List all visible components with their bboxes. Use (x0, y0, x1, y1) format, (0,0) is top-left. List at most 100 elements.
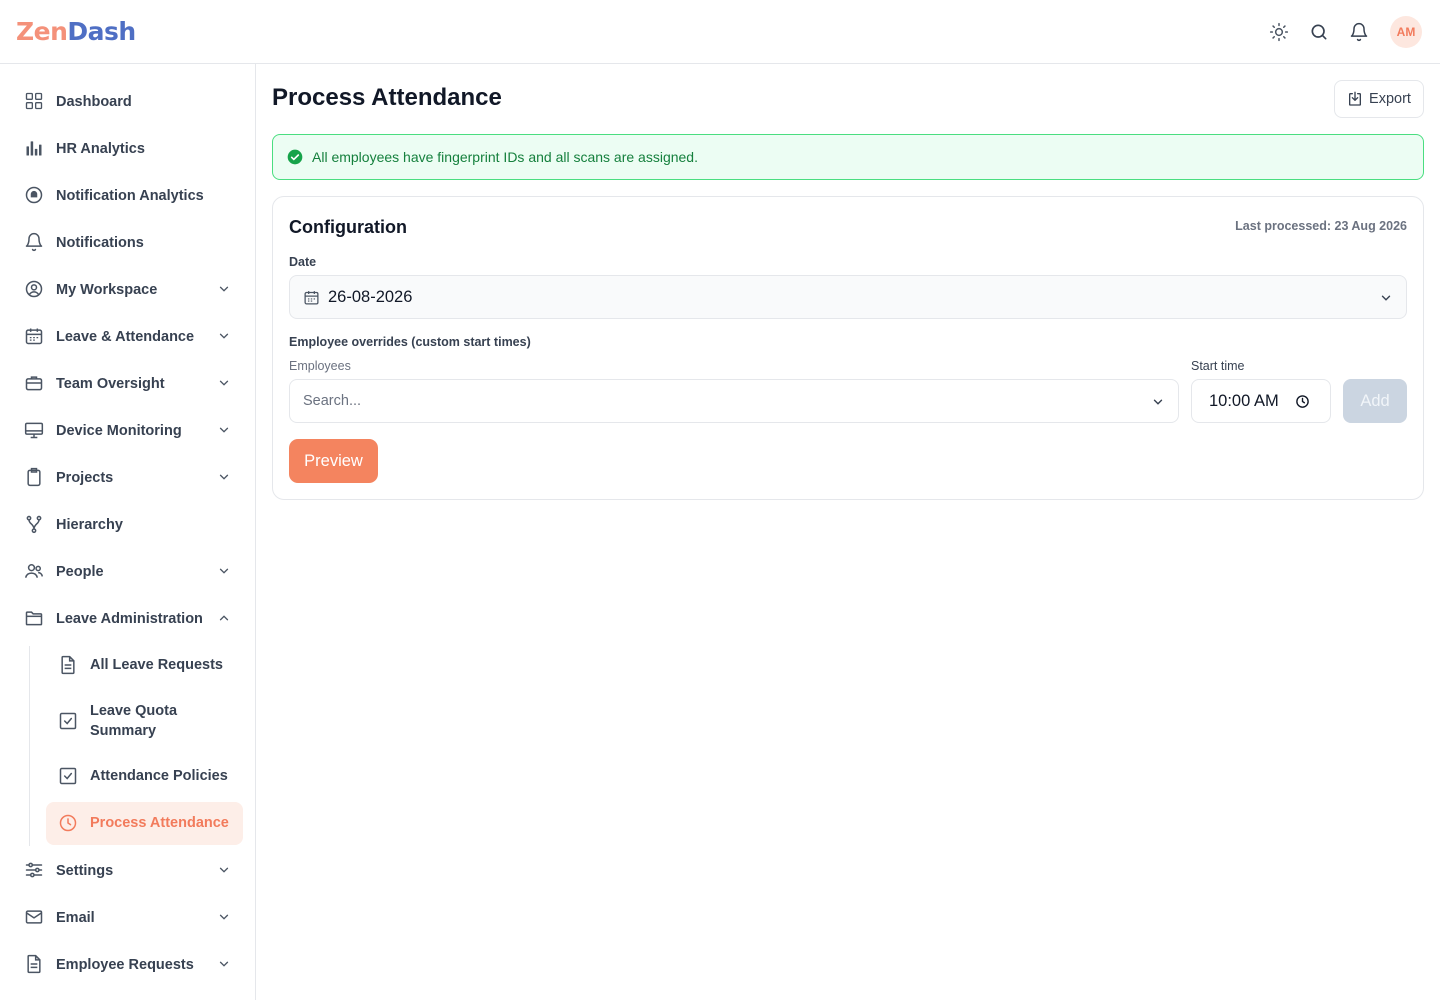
chevron-down-icon (1153, 399, 1163, 405)
checkbox-icon (58, 711, 78, 731)
last-processed-text: Last processed: 23 Aug 2026 (1235, 219, 1407, 233)
branch-icon (24, 514, 44, 534)
sidebar-item-label: Hierarchy (56, 516, 123, 533)
briefcase-icon (24, 373, 44, 393)
sidebar-subitem-all-leave-requests[interactable]: All Leave Requests (46, 644, 243, 687)
logo-part-dash: Dash (67, 17, 136, 46)
logo-part-zen: Zen (16, 17, 68, 46)
sidebar-item-employee-requests[interactable]: Employee Requests (12, 943, 243, 986)
mail-icon (24, 907, 44, 927)
sidebar-item-label: Leave Administration (56, 610, 203, 627)
chevron-down-icon (219, 914, 229, 920)
sidebar-item-label: Notifications (56, 234, 144, 251)
submenu-guide-line (29, 646, 30, 846)
sidebar-item-settings[interactable]: Settings (12, 849, 243, 892)
sidebar-item-hierarchy[interactable]: Hierarchy (12, 503, 243, 546)
chevron-down-icon (1381, 295, 1391, 301)
page-title: Process Attendance (272, 84, 502, 111)
chevron-down-icon (219, 568, 229, 574)
download-icon (1349, 91, 1362, 106)
theme-toggle-sun-icon[interactable] (1266, 16, 1292, 48)
employees-placeholder: Search... (303, 393, 362, 409)
sidebar-item-leave-administration[interactable]: Leave Administration (12, 597, 243, 640)
sidebar-item-label: Leave & Attendance (56, 328, 195, 345)
preview-button[interactable]: Preview (289, 439, 378, 483)
sidebar-item-label: Employee Requests (56, 956, 194, 973)
sidebar-item-team-oversight[interactable]: Team Oversight (12, 362, 243, 405)
document-icon (58, 655, 78, 675)
sidebar-item-leave-attendance[interactable]: Leave & Attendance (12, 315, 243, 358)
sidebar-item-my-workspace[interactable]: My Workspace (12, 268, 243, 311)
chevron-down-icon (219, 286, 229, 292)
sidebar-item-label: People (56, 563, 104, 580)
clipboard-icon (24, 467, 44, 487)
bell-icon (24, 232, 44, 252)
chevron-down-icon (219, 427, 229, 433)
bell-icon[interactable] (1346, 16, 1372, 48)
sidebar-item-projects[interactable]: Projects (12, 456, 243, 499)
sidebar-item-dashboard[interactable]: Dashboard (12, 80, 243, 123)
sidebar-item-label: Dashboard (56, 93, 132, 110)
search-icon[interactable] (1306, 16, 1332, 48)
start-time-label: Start time (1191, 359, 1245, 373)
logo[interactable]: ZenDash (16, 16, 136, 48)
chevron-up-icon (219, 615, 229, 621)
sidebar-item-email[interactable]: Email (12, 896, 243, 939)
sidebar-subitem-process-attendance[interactable]: Process Attendance (46, 802, 243, 845)
document-icon (24, 954, 44, 974)
checkbox-icon (58, 766, 78, 786)
bell-circle-icon (24, 185, 44, 205)
card-title: Configuration (289, 217, 407, 237)
sidebar-item-label: HR Analytics (56, 140, 145, 157)
chevron-down-icon (219, 961, 229, 967)
sidebar-item-device-monitoring[interactable]: Device Monitoring (12, 409, 243, 452)
sidebar-item-notification-analytics[interactable]: Notification Analytics (12, 174, 243, 217)
export-button[interactable]: Export (1334, 80, 1424, 118)
user-circle-icon (24, 279, 44, 299)
overrides-label: Employee overrides (custom start times) (289, 335, 531, 349)
date-select[interactable]: 26-08-2026 (289, 275, 1407, 319)
sidebar-item-notifications[interactable]: Notifications (12, 221, 243, 264)
start-time-input[interactable]: 10:00 AM (1191, 379, 1331, 423)
sidebar-subitem-label: Process Attendance (90, 815, 229, 831)
export-label: Export (1369, 91, 1411, 107)
sidebar-subitem-leave-quota-summary[interactable]: Leave Quota Summary (46, 691, 243, 751)
employees-select[interactable]: Search... (289, 379, 1179, 423)
sidebar-item-label: Team Oversight (56, 375, 165, 392)
sidebar-item-label: My Workspace (56, 281, 158, 298)
calendar-icon (304, 291, 319, 305)
sliders-icon (24, 860, 44, 880)
chevron-down-icon (219, 380, 229, 386)
date-value: 26-08-2026 (328, 288, 413, 306)
clock-icon[interactable] (1295, 394, 1310, 409)
sidebar-item-label: Notification Analytics (56, 187, 204, 204)
calendar-icon (24, 326, 44, 346)
sidebar: Dashboard HR Analytics Notification Anal… (0, 64, 256, 1000)
start-time-value: 10:00 AM (1209, 392, 1279, 410)
top-actions: AM (1266, 16, 1422, 48)
users-icon (24, 561, 44, 581)
success-alert: All employees have fingerprint IDs and a… (272, 134, 1424, 180)
chevron-down-icon (219, 474, 229, 480)
clock-icon (58, 813, 78, 833)
folder-icon (24, 608, 44, 628)
date-label: Date (289, 255, 317, 269)
add-override-button[interactable]: Add (1343, 379, 1407, 423)
configuration-card: Configuration Last processed: 23 Aug 202… (272, 196, 1424, 500)
top-bar: ZenDash AM (0, 0, 1440, 64)
sidebar-item-people[interactable]: People (12, 550, 243, 593)
chevron-down-icon (219, 867, 229, 873)
sidebar-item-label: Email (56, 909, 95, 926)
employees-label: Employees (289, 359, 351, 373)
check-circle-icon (287, 149, 303, 165)
sidebar-item-label: Device Monitoring (56, 422, 182, 439)
sidebar-item-hr-analytics[interactable]: HR Analytics (12, 127, 243, 170)
sidebar-subitem-attendance-policies[interactable]: Attendance Policies (46, 755, 243, 798)
grid-icon (24, 91, 44, 111)
sidebar-subitem-label: All Leave Requests (90, 657, 223, 673)
alert-text: All employees have fingerprint IDs and a… (312, 149, 698, 165)
sidebar-item-label: Settings (56, 862, 114, 879)
sidebar-item-label: Projects (56, 469, 114, 486)
sidebar-subitem-label: Leave Quota Summary (90, 703, 178, 739)
avatar[interactable]: AM (1390, 16, 1422, 48)
